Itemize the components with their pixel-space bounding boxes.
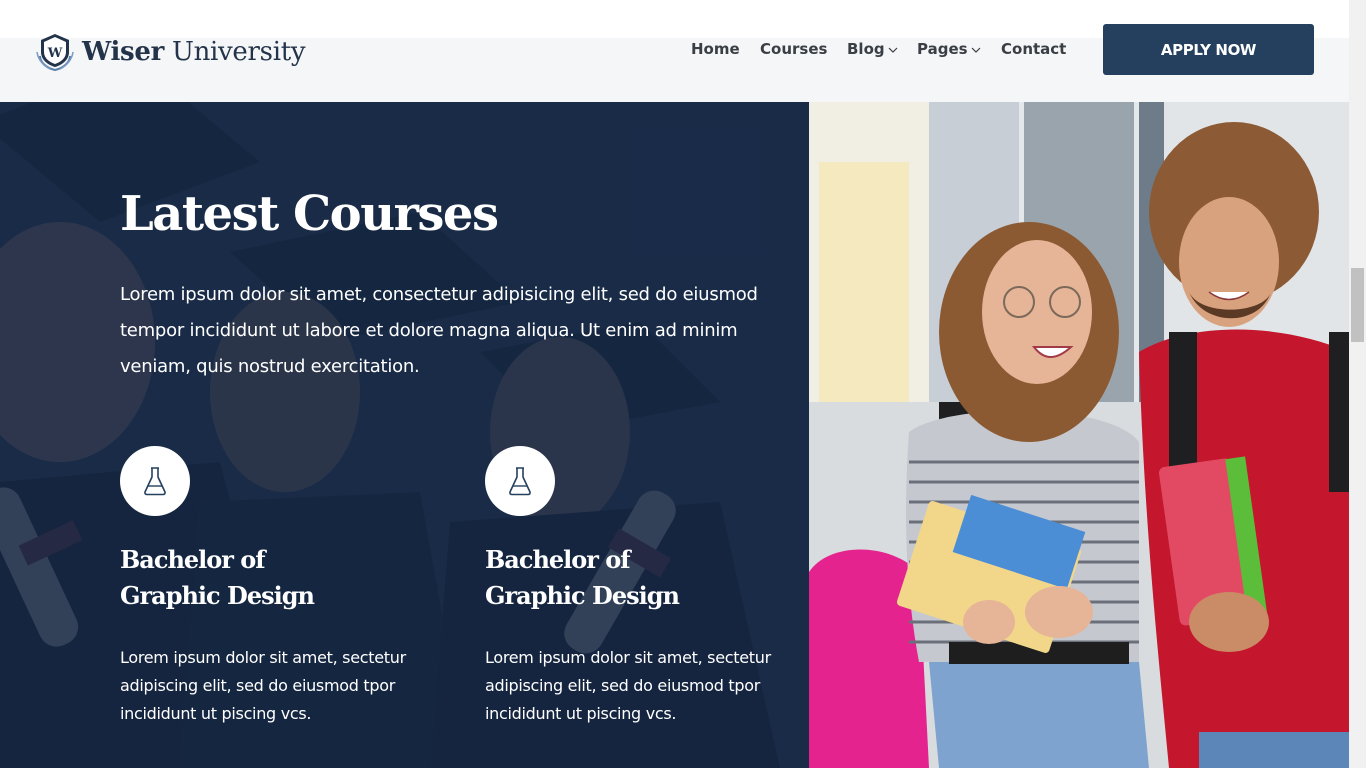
page-scrollbar-thumb[interactable] xyxy=(1351,268,1364,342)
nav-courses-label: Courses xyxy=(760,40,828,58)
course-icon-circle xyxy=(120,446,190,516)
students-photo xyxy=(809,102,1349,768)
flask-icon xyxy=(509,467,531,496)
flask-icon xyxy=(144,467,166,496)
nav-pages-label: Pages xyxy=(917,40,968,58)
nav-contact[interactable]: Contact xyxy=(1001,40,1066,58)
nav-contact-label: Contact xyxy=(1001,40,1067,58)
section-description: Lorem ipsum dolor sit amet, consectetur … xyxy=(120,284,758,377)
apply-now-button[interactable]: APPLY NOW xyxy=(1103,24,1314,75)
page-scrollbar-track[interactable] xyxy=(1349,0,1366,768)
course-card[interactable]: Bachelor of Graphic Design Lorem ipsum do… xyxy=(485,446,795,728)
course-title-line1: Bachelor of xyxy=(120,545,266,574)
course-description: Lorem ipsum dolor sit amet, sectetur adi… xyxy=(120,648,406,723)
nav-home[interactable]: Home xyxy=(691,40,740,58)
course-title-line1: Bachelor of xyxy=(485,545,631,574)
course-card[interactable]: Bachelor of Graphic Design Lorem ipsum do… xyxy=(120,446,430,728)
students-illustration xyxy=(809,102,1349,768)
svg-text:W: W xyxy=(47,46,63,61)
brand-name-light: University xyxy=(171,37,306,67)
chevron-down-icon xyxy=(888,47,898,53)
section-title: Latest Courses xyxy=(120,186,499,242)
course-title-line2: Graphic Design xyxy=(120,581,315,610)
brand-name: Wiser University xyxy=(82,37,306,67)
course-title[interactable]: Bachelor of Graphic Design xyxy=(485,542,705,614)
brand-name-strong: Wiser xyxy=(82,37,164,67)
course-title[interactable]: Bachelor of Graphic Design xyxy=(120,542,340,614)
shield-w-icon: W xyxy=(36,34,74,72)
latest-courses-section: Latest Courses Lorem ipsum dolor sit ame… xyxy=(0,102,809,768)
course-icon-circle xyxy=(485,446,555,516)
nav-home-label: Home xyxy=(691,40,740,58)
chevron-down-icon xyxy=(971,47,980,53)
course-title-line2: Graphic Design xyxy=(485,581,680,610)
nav-courses[interactable]: Courses xyxy=(760,40,827,58)
course-description: Lorem ipsum dolor sit amet, sectetur adi… xyxy=(485,648,771,723)
nav-blog-label: Blog xyxy=(847,40,885,58)
nav-blog[interactable]: Blog xyxy=(847,40,898,58)
site-logo[interactable]: W Wiser University xyxy=(34,32,306,72)
nav-pages[interactable]: Pages xyxy=(917,40,981,58)
site-header: W Wiser University Home Courses Blog Pag… xyxy=(0,0,1349,102)
